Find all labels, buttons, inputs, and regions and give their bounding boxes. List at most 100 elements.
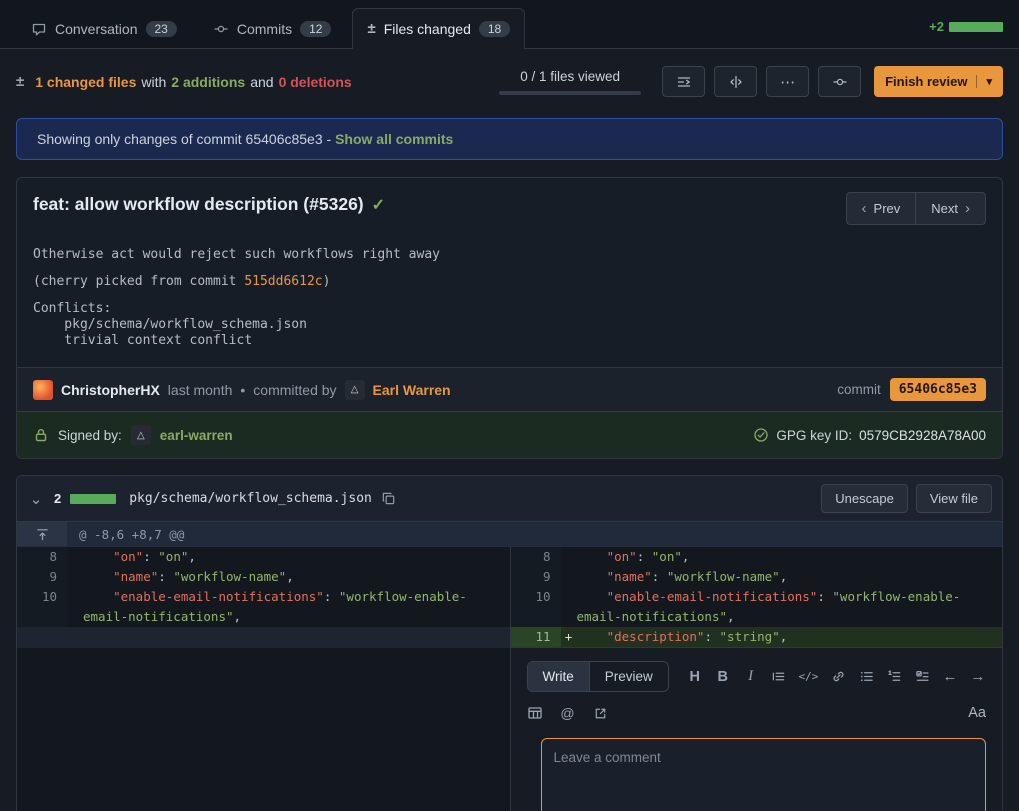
line-marker bbox=[561, 587, 577, 627]
signer-avatar[interactable]: △ bbox=[131, 425, 151, 445]
line-number[interactable]: 9 bbox=[511, 567, 561, 587]
committer-link[interactable]: Earl Warren bbox=[373, 382, 451, 398]
commits-icon bbox=[832, 74, 848, 90]
cherry-pick-hash-link[interactable]: 515dd6612c bbox=[244, 274, 322, 289]
collapse-file-icon[interactable]: ⌄ bbox=[27, 490, 45, 508]
diff-line: 10 "enable-email-notifications": "workfl… bbox=[17, 587, 510, 627]
tab-conversation[interactable]: Conversation 23 bbox=[16, 8, 192, 48]
deletions-count: 0 deletions bbox=[279, 74, 352, 90]
code-icon[interactable]: </> bbox=[798, 670, 818, 683]
preview-tab[interactable]: Preview bbox=[590, 662, 668, 691]
ordered-list-icon[interactable] bbox=[886, 669, 902, 684]
tab-conversation-label: Conversation bbox=[55, 21, 138, 37]
diff-line: 8 "on": "on", bbox=[17, 547, 510, 567]
arrow-right-icon[interactable]: → bbox=[970, 668, 986, 685]
file-name: pkg/schema/workflow_schema.json bbox=[129, 491, 372, 506]
quote-icon[interactable] bbox=[771, 669, 787, 684]
bold-icon[interactable]: B bbox=[715, 669, 731, 685]
show-all-commits-link[interactable]: Show all commits bbox=[335, 131, 453, 147]
diff-stat-additions: +2 bbox=[929, 19, 944, 34]
commits-icon bbox=[213, 21, 229, 37]
diff-left-filler bbox=[17, 648, 510, 811]
lock-icon bbox=[33, 427, 49, 443]
diff-summary-row: ± 1 changed files with 2 additions and 0… bbox=[16, 66, 1003, 97]
diff-icon: ± bbox=[16, 73, 24, 90]
files-viewed-progress: 0 / 1 files viewed bbox=[499, 69, 641, 95]
tab-commits-label: Commits bbox=[237, 21, 292, 37]
text-size-toggle[interactable]: Aa bbox=[968, 705, 986, 721]
line-code: "description": "string", bbox=[577, 627, 1003, 647]
finish-review-label: Finish review bbox=[885, 74, 967, 89]
diff-side-new: 8 "on": "on",9 "name": "workflow-name",1… bbox=[510, 547, 1003, 811]
finish-review-button[interactable]: Finish review ▾ bbox=[874, 66, 1003, 97]
commit-select-button[interactable] bbox=[818, 66, 861, 97]
line-number[interactable]: 11 bbox=[511, 627, 561, 647]
copy-path-icon[interactable] bbox=[381, 491, 396, 506]
commit-pager: ‹ Prev Next › bbox=[846, 192, 986, 225]
files-viewed-label: 0 / 1 files viewed bbox=[520, 69, 620, 84]
line-number[interactable]: 8 bbox=[17, 547, 67, 567]
conversation-icon bbox=[31, 21, 47, 37]
diff-line: 11+ "description": "string", bbox=[511, 627, 1003, 647]
italic-icon[interactable]: I bbox=[743, 668, 759, 685]
mention-icon[interactable]: @ bbox=[560, 705, 576, 721]
line-number[interactable]: 10 bbox=[17, 587, 67, 627]
commit-author-row: ChristopherHX last month • committed by … bbox=[17, 367, 1002, 411]
commit-hash-badge[interactable]: 65406c85e3 bbox=[890, 378, 986, 401]
line-number[interactable]: 8 bbox=[511, 547, 561, 567]
link-icon[interactable] bbox=[830, 669, 846, 684]
diff-line: 9 "name": "workflow-name", bbox=[511, 567, 1003, 587]
line-code: "on": "on", bbox=[83, 547, 510, 567]
cherry-pick-text: (cherry picked from commit bbox=[33, 274, 244, 289]
tab-files-changed-label: Files changed bbox=[384, 21, 471, 37]
split-view-toggle-button[interactable] bbox=[714, 66, 757, 97]
caret-down-icon: ▾ bbox=[976, 75, 992, 88]
more-options-button[interactable]: ⋯ bbox=[766, 66, 809, 97]
expand-hunk-button[interactable] bbox=[17, 522, 67, 546]
commit-title-text: feat: allow workflow description (#5326) bbox=[33, 194, 364, 214]
arrow-left-icon[interactable]: ← bbox=[942, 668, 958, 685]
chevron-left-icon: ‹ bbox=[862, 200, 867, 217]
task-list-icon[interactable] bbox=[914, 669, 930, 684]
commits-count-badge: 12 bbox=[300, 21, 331, 37]
author-link[interactable]: ChristopherHX bbox=[61, 382, 160, 398]
line-number[interactable]: 9 bbox=[17, 567, 67, 587]
whitespace-options-button[interactable] bbox=[662, 66, 705, 97]
gpg-key-value: 0579CB2928A78A00 bbox=[859, 428, 986, 443]
expand-up-icon bbox=[35, 527, 50, 542]
write-tab[interactable]: Write bbox=[528, 662, 590, 691]
diff-line: 9 "name": "workflow-name", bbox=[17, 567, 510, 587]
gpg-key-label: GPG key ID: bbox=[776, 428, 852, 443]
diff-stat-bar bbox=[949, 22, 1003, 32]
line-number[interactable]: 10 bbox=[511, 587, 561, 627]
file-diff-header: ⌄ 2 pkg/schema/workflow_schema.json Unes… bbox=[17, 476, 1002, 522]
signer-link[interactable]: earl-warren bbox=[160, 428, 233, 443]
next-commit-button[interactable]: Next › bbox=[915, 192, 986, 225]
view-file-button[interactable]: View file bbox=[916, 484, 992, 513]
unescape-button[interactable]: Unescape bbox=[821, 484, 908, 513]
file-diff-stat-bar bbox=[70, 494, 116, 504]
line-number[interactable] bbox=[17, 627, 67, 648]
files-viewed-bar bbox=[499, 91, 641, 95]
reference-icon[interactable] bbox=[593, 706, 609, 721]
prev-commit-button[interactable]: ‹ Prev bbox=[846, 192, 917, 225]
tab-files-changed[interactable]: ± Files changed 18 bbox=[352, 8, 525, 49]
hunk-header-text: @ -8,6 +8,7 @@ bbox=[67, 522, 184, 546]
conversation-count-badge: 23 bbox=[146, 21, 177, 37]
author-avatar[interactable] bbox=[33, 380, 53, 400]
unordered-list-icon[interactable] bbox=[858, 669, 874, 684]
diff-line bbox=[17, 627, 510, 648]
table-icon[interactable] bbox=[527, 705, 543, 721]
inline-comment-form: Write Preview H B I </> bbox=[511, 647, 1003, 811]
commit-message-line: Otherwise act would reject such workflow… bbox=[33, 247, 986, 262]
tab-commits[interactable]: Commits 12 bbox=[198, 8, 347, 48]
heading-icon[interactable]: H bbox=[687, 669, 703, 685]
line-marker bbox=[561, 547, 577, 567]
cherry-pick-line: (cherry picked from commit 515dd6612c) bbox=[33, 274, 986, 289]
commit-filter-banner: Showing only changes of commit 65406c85e… bbox=[16, 118, 1003, 160]
comment-textarea[interactable] bbox=[541, 738, 987, 811]
split-view-icon bbox=[728, 74, 744, 90]
committer-avatar[interactable]: △ bbox=[345, 380, 365, 400]
line-code: "on": "on", bbox=[577, 547, 1003, 567]
file-diff-box: ⌄ 2 pkg/schema/workflow_schema.json Unes… bbox=[16, 475, 1003, 811]
